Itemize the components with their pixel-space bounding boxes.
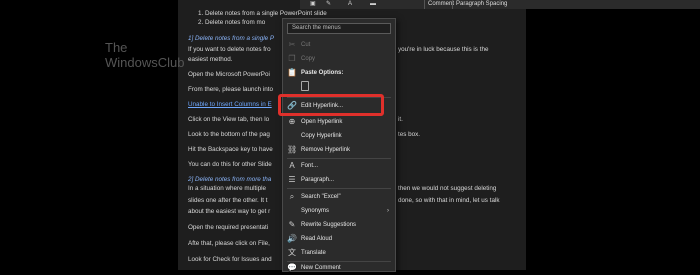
paragraph-line: Open the Microsoft PowerPoi [188, 71, 270, 78]
unlink-icon: ⛓ [287, 145, 298, 154]
copy-icon: ❐ [288, 54, 296, 63]
paragraph-line: Click on the View tab, then lo [188, 116, 270, 123]
search-menus-input[interactable]: Search the menus [287, 23, 391, 34]
menu-item-rewrite-suggestions[interactable]: ✎ Rewrite Suggestions [283, 218, 395, 232]
watermark-logo: The WindowsClub [105, 40, 185, 70]
paragraph-line: Open the required presentati [188, 224, 269, 231]
context-menu: Search the menus ✂ Cut ❐ Copy 📋 Paste Op… [282, 18, 396, 272]
list-item: 1. Delete notes from a single PowerPoint… [198, 10, 327, 17]
comment-button[interactable]: Comment [424, 0, 454, 9]
paint-icon[interactable]: ✎ [326, 0, 331, 9]
paragraph-line: Look to the bottom of the pag [188, 131, 270, 138]
menu-divider [287, 188, 391, 189]
paragraph-line: If you want to delete notes fro [188, 46, 271, 53]
paragraph-line: easiest method. [188, 56, 233, 63]
paragraph-icon: ☰ [288, 175, 296, 184]
paragraph-line: Hit the Backspace key to have [188, 146, 273, 153]
menu-item-cut[interactable]: ✂ Cut [283, 38, 395, 52]
menu-item-remove-hyperlink[interactable]: ⛓ Remove Hyperlink [283, 143, 395, 157]
menu-item-open-hyperlink[interactable]: ⊕ Open Hyperlink [283, 115, 395, 129]
format-icon[interactable]: ▣ [310, 0, 316, 9]
paragraph-line: In a situation where multiple [188, 185, 267, 192]
globe-icon: ⊕ [288, 117, 296, 126]
paragraph-line: Afte that, please click on File, [188, 240, 270, 247]
scissors-icon: ✂ [288, 40, 296, 49]
menu-item-new-comment[interactable]: 💬 New Comment [283, 261, 395, 275]
font-icon: A [289, 161, 295, 170]
paragraph-line: slides one after the other. It t [188, 197, 268, 204]
section-heading: 2] Delete notes from more tha [188, 176, 272, 183]
paste-keep-text-icon[interactable] [301, 81, 309, 91]
menu-item-read-aloud[interactable]: 🔊 Read Aloud [283, 232, 395, 246]
paragraph-spacing-button[interactable]: Paragraph Spacing [452, 0, 536, 9]
menu-item-copy-hyperlink[interactable]: Copy Hyperlink [283, 129, 395, 143]
comment-icon: 💬 [287, 263, 297, 272]
paragraph-line: you're in luck because this is the [398, 46, 489, 53]
speaker-icon: 🔊 [287, 234, 297, 243]
ribbon-toolbar: ▣ ✎ A ▬ Comment Paragraph Spacing [300, 0, 700, 9]
translate-icon: 文 [288, 248, 296, 257]
paragraph-line: Look for Check for Issues and [188, 256, 272, 263]
menu-item-paste-options: 📋 Paste Options: [283, 66, 395, 80]
menu-item-paragraph[interactable]: ☰ Paragraph... [283, 173, 395, 187]
menu-item-search-excel[interactable]: ⌕ Search "Excel" [283, 190, 395, 204]
rewrite-icon: ✎ [288, 220, 296, 229]
paragraph-line: From there, please launch into [188, 86, 274, 93]
font-color-icon[interactable]: A [348, 0, 352, 9]
menu-item-font[interactable]: A Font... [283, 159, 395, 173]
menu-item-copy[interactable]: ❐ Copy [283, 52, 395, 66]
paragraph-line: You can do this for other Slide [188, 161, 272, 168]
paste-icon: 📋 [287, 68, 297, 77]
edit-hyperlink-highlight [278, 94, 384, 116]
hyperlink[interactable]: Unable to Insert Columns in E [188, 101, 272, 108]
paragraph-line: it. [398, 116, 403, 123]
section-heading: 1] Delete notes from a single P [188, 35, 275, 42]
paragraph-line: then we would not suggest deleting [398, 185, 497, 192]
paragraph-line: about the easiest way to get r [188, 208, 271, 215]
chevron-right-icon: › [387, 208, 389, 214]
paragraph-line: tes box. [398, 131, 421, 138]
menu-item-synonyms[interactable]: Synonyms › [283, 204, 395, 218]
paragraph-line: done, so with that in mind, let us talk [398, 197, 500, 204]
menu-item-translate[interactable]: 文 Translate [283, 246, 395, 260]
highlight-icon[interactable]: ▬ [370, 0, 376, 9]
search-icon: ⌕ [289, 192, 295, 201]
list-item: 2. Delete notes from mo [198, 19, 266, 26]
